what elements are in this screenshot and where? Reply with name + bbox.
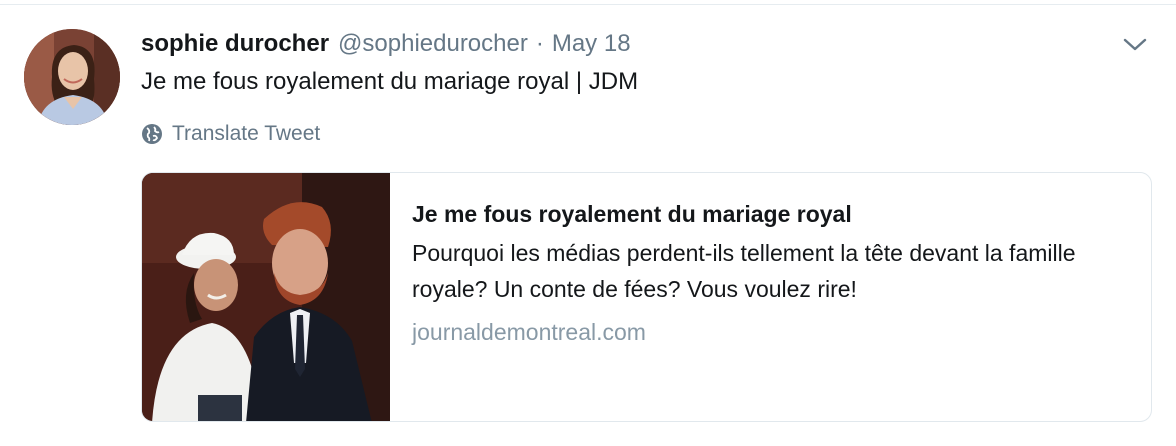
card-body: Je me fous royalement du mariage royal P…: [412, 197, 1132, 349]
globe-icon: [141, 123, 163, 145]
user-screenname[interactable]: @sophiedurocher: [338, 28, 528, 60]
avatar-image: [24, 29, 120, 125]
user-fullname[interactable]: sophie durocher: [141, 28, 329, 60]
translate-label: Translate Tweet: [172, 122, 321, 145]
more-options-button[interactable]: [1122, 34, 1148, 54]
avatar[interactable]: [24, 29, 120, 125]
tweet-text: Je me fous royalement du mariage royal |…: [141, 68, 639, 95]
card-domain: journaldemontreal.com: [412, 319, 646, 345]
separator-dot: ·: [535, 30, 544, 57]
link-card[interactable]: Je me fous royalement du mariage royal P…: [141, 172, 1152, 422]
card-image: [142, 173, 390, 421]
card-description: Pourquoi les médias perdent-ils tellemen…: [412, 240, 1076, 302]
chevron-down-icon: [1123, 38, 1147, 51]
tweet-header: sophie durocher @sophiedurocher · May 18: [141, 28, 631, 60]
card-title: Je me fous royalement du mariage royal: [412, 201, 852, 227]
tweet-timestamp[interactable]: May 18: [552, 28, 631, 60]
translate-tweet-button[interactable]: Translate Tweet: [141, 120, 320, 148]
tweet[interactable]: sophie durocher @sophiedurocher · May 18…: [0, 0, 1176, 446]
